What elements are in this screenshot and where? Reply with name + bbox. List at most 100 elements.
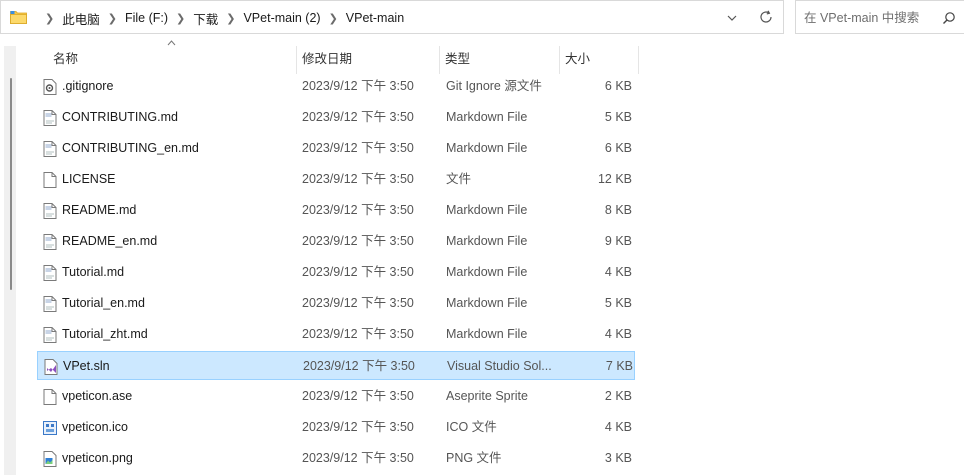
column-header-name[interactable]: 名称 [47, 46, 297, 74]
markdown-file-icon [43, 203, 57, 219]
breadcrumb-vpet-main-2[interactable]: VPet-main (2) [243, 11, 320, 25]
file-size: 6 KB [604, 141, 632, 155]
file-size: 2 KB [604, 389, 632, 403]
file-date: 2023/9/12 下午 3:50 [302, 234, 414, 248]
markdown-file-icon [43, 234, 57, 250]
file-date: 2023/9/12 下午 3:50 [303, 359, 415, 373]
file-row[interactable]: CONTRIBUTING_en.md 2023/9/12 下午 3:50 Markd… [37, 134, 635, 163]
breadcrumb-downloads[interactable]: 下载 [193, 9, 218, 28]
file-type: Markdown File [446, 234, 528, 248]
file-type: PNG 文件 [446, 451, 502, 465]
file-type: Markdown File [446, 203, 528, 217]
file-name: Tutorial.md [62, 265, 125, 279]
file-row[interactable]: LICENSE 2023/9/12 下午 3:50 文件 12 KB [37, 165, 635, 194]
file-name: VPet.sln [63, 359, 110, 373]
file-date: 2023/9/12 下午 3:50 [302, 141, 414, 155]
scrollbar-thumb[interactable] [10, 78, 12, 290]
file-type: Git Ignore 源文件 [446, 79, 542, 93]
file-name: vpeticon.png [62, 451, 133, 465]
file-name: LICENSE [62, 172, 116, 186]
file-row-selected[interactable]: VPet.sln 2023/9/12 下午 3:50 Visual Studio S… [37, 351, 635, 380]
file-name: vpeticon.ico [62, 420, 129, 434]
file-type: Markdown File [446, 110, 528, 124]
file-date: 2023/9/12 下午 3:50 [302, 172, 414, 186]
file-name: README_en.md [62, 234, 158, 248]
chevron-right-icon[interactable]: ❯ [168, 12, 193, 25]
file-size: 4 KB [604, 327, 632, 341]
file-date: 2023/9/12 下午 3:50 [302, 451, 414, 465]
file-type: Markdown File [446, 296, 528, 310]
file-size: 12 KB [597, 172, 632, 186]
file-size: 5 KB [604, 296, 632, 310]
breadcrumb: ❯ 此电脑 ❯ File (F:) ❯ 下载 ❯ VPet-main (2) ❯… [37, 1, 404, 35]
search-input[interactable] [804, 9, 939, 27]
file-type: Markdown File [446, 327, 528, 341]
visual-studio-solution-icon [44, 359, 58, 375]
file-type: ICO 文件 [446, 420, 497, 434]
file-date: 2023/9/12 下午 3:50 [302, 203, 414, 217]
file-size: 6 KB [604, 79, 632, 93]
folder-icon [10, 11, 27, 24]
file-size: 8 KB [604, 203, 632, 217]
chevron-right-icon[interactable]: ❯ [321, 12, 346, 25]
file-size: 4 KB [604, 265, 632, 279]
column-header-date[interactable]: 修改日期 [296, 46, 440, 74]
file-date: 2023/9/12 下午 3:50 [302, 265, 414, 279]
file-row[interactable]: vpeticon.ico 2023/9/12 下午 3:50 ICO 文件 4 KB [37, 413, 635, 442]
chevron-right-icon[interactable]: ❯ [218, 12, 243, 25]
file-date: 2023/9/12 下午 3:50 [302, 420, 414, 434]
file-name: CONTRIBUTING.md [62, 110, 178, 124]
file-size: 5 KB [604, 110, 632, 124]
chevron-right-icon[interactable]: ❯ [100, 12, 125, 25]
search-icon[interactable] [942, 11, 956, 25]
file-row[interactable]: Tutorial_en.md 2023/9/12 下午 3:50 Markdown … [37, 289, 635, 318]
file-row[interactable]: vpeticon.png 2023/9/12 下午 3:50 PNG 文件 3 KB [37, 444, 635, 473]
markdown-file-icon [43, 265, 57, 281]
file-row[interactable]: Tutorial.md 2023/9/12 下午 3:50 Markdown Fil… [37, 258, 635, 287]
file-type: Markdown File [446, 265, 528, 279]
aseprite-file-icon [43, 389, 57, 405]
file-row[interactable]: CONTRIBUTING.md 2023/9/12 下午 3:50 Markdown… [37, 103, 635, 132]
file-size: 7 KB [605, 359, 633, 373]
file-row[interactable]: Tutorial_zht.md 2023/9/12 下午 3:50 Markdown… [37, 320, 635, 349]
file-name: CONTRIBUTING_en.md [62, 141, 199, 155]
column-header-size[interactable]: 大小 [559, 46, 639, 74]
chevron-down-icon[interactable] [725, 11, 739, 25]
refresh-icon[interactable] [758, 9, 774, 25]
search-box[interactable] [795, 0, 964, 34]
file-row[interactable]: vpeticon.ase 2023/9/12 下午 3:50 Aseprite Sp… [37, 382, 635, 411]
file-size: 9 KB [604, 234, 632, 248]
file-date: 2023/9/12 下午 3:50 [302, 327, 414, 341]
ico-image-icon [43, 420, 57, 436]
file-row[interactable]: README_en.md 2023/9/12 下午 3:50 Markdown Fi… [37, 227, 635, 256]
file-name: .gitignore [62, 79, 114, 93]
file-name: Tutorial_zht.md [62, 327, 148, 341]
blank-file-icon [43, 172, 57, 188]
markdown-file-icon [43, 296, 57, 312]
markdown-file-icon [43, 327, 57, 343]
breadcrumb-this-pc[interactable]: 此电脑 [62, 9, 100, 28]
file-date: 2023/9/12 下午 3:50 [302, 110, 414, 124]
file-size: 3 KB [604, 451, 632, 465]
file-row[interactable]: .gitignore 2023/9/12 下午 3:50 Git Ignore 源文… [37, 72, 635, 101]
breadcrumb-vpet-main[interactable]: VPet-main [346, 11, 404, 25]
png-image-icon [43, 451, 57, 467]
file-type: Markdown File [446, 141, 528, 155]
file-date: 2023/9/12 下午 3:50 [302, 296, 414, 310]
file-type: Visual Studio Sol... [447, 359, 552, 373]
gear-file-icon [43, 79, 57, 95]
file-row[interactable]: README.md 2023/9/12 下午 3:50 Markdown File 8… [37, 196, 635, 225]
file-date: 2023/9/12 下午 3:50 [302, 79, 414, 93]
file-size: 4 KB [604, 420, 632, 434]
file-name: Tutorial_en.md [62, 296, 145, 310]
markdown-file-icon [43, 141, 57, 157]
address-bar[interactable]: ❯ 此电脑 ❯ File (F:) ❯ 下载 ❯ VPet-main (2) ❯… [0, 0, 784, 34]
markdown-file-icon [43, 110, 57, 126]
file-type: 文件 [446, 172, 472, 186]
file-type: Aseprite Sprite [446, 389, 528, 403]
breadcrumb-drive-f[interactable]: File (F:) [125, 11, 168, 25]
chevron-right-icon[interactable]: ❯ [37, 12, 62, 25]
file-name: README.md [62, 203, 137, 217]
file-date: 2023/9/12 下午 3:50 [302, 389, 414, 403]
column-header-type[interactable]: 类型 [439, 46, 560, 74]
